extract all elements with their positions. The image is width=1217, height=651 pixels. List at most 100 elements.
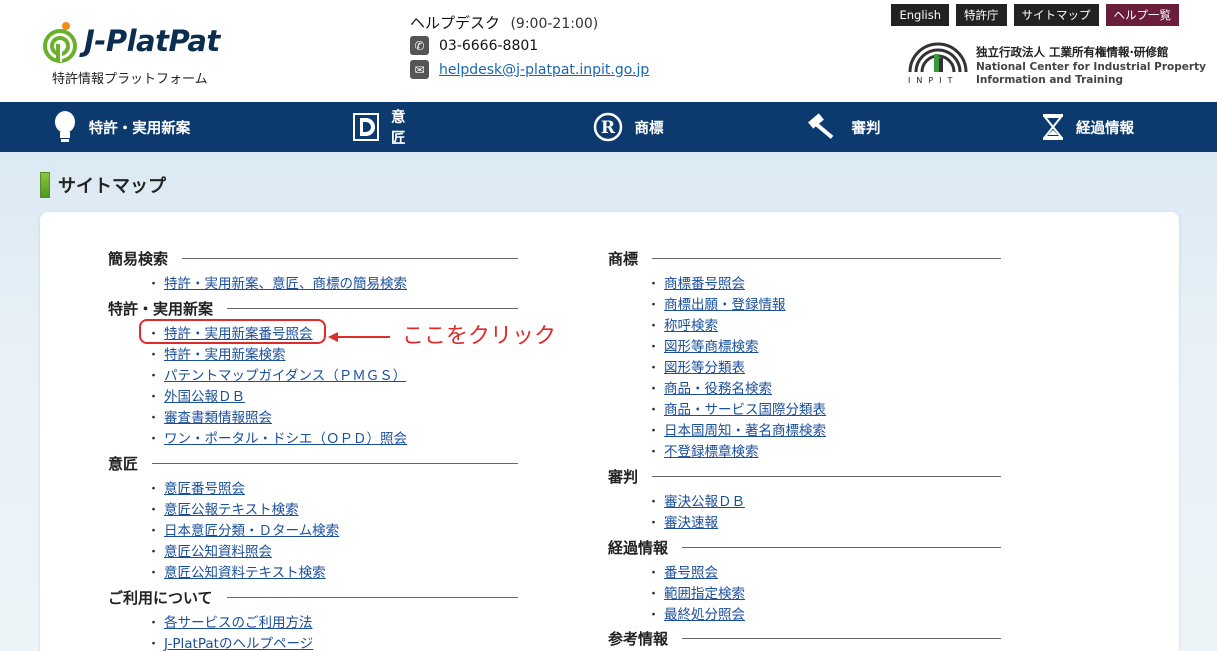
link-opd[interactable]: ワン・ポータル・ドシエ（ＯＰＤ）照会 xyxy=(164,427,407,447)
help-list-button[interactable]: ヘルプ一覧 xyxy=(1105,4,1179,26)
list-item[interactable]: ・ J-PlatPatのヘルプページ xyxy=(147,632,313,651)
list-item[interactable]: ・審決公報ＤＢ xyxy=(647,490,745,510)
list-item[interactable]: ・最終処分照会 xyxy=(647,603,745,623)
link-trial-gazette[interactable]: 審決公報ＤＢ xyxy=(664,490,745,510)
svg-text:R: R xyxy=(600,118,615,138)
helpdesk: ヘルプデスク (9:00-21:00) ✆ 03-6666-8801 ✉ hel… xyxy=(410,12,649,79)
section-simple-search: 簡易検索 xyxy=(108,248,518,269)
list-item[interactable]: ・日本国周知・著名商標検索 xyxy=(647,419,826,439)
list-item[interactable]: ・審査書類情報照会 xyxy=(147,406,272,426)
list-item[interactable]: ・意匠公知資料テキスト検索 xyxy=(147,561,326,581)
jpo-button[interactable]: 特許庁 xyxy=(956,4,1007,26)
link-help-page[interactable]: J-PlatPatのヘルプページ xyxy=(164,632,313,651)
list-item[interactable]: ・パテントマップガイダンス（ＰＭＧＳ） xyxy=(147,364,406,384)
link-tm-goods-search[interactable]: 商品・役務名検索 xyxy=(664,377,772,397)
list-item[interactable]: ・外国公報ＤＢ xyxy=(147,385,245,405)
nav-label-trademark: 商標 xyxy=(634,120,664,137)
section-divider xyxy=(652,258,1001,259)
list-item[interactable]: ・特許・実用新案、意匠、商標の簡易検索 xyxy=(147,272,407,292)
section-title: 経過情報 xyxy=(608,539,669,557)
j-platpat-logo[interactable]: J-PlatPat 特許情報プラットフォーム xyxy=(38,16,238,88)
section-title: ご利用について xyxy=(108,589,213,607)
section-divider xyxy=(152,463,518,464)
link-design-public-docs-text[interactable]: 意匠公知資料テキスト検索 xyxy=(164,561,326,581)
nav-label-patent: 特許・実用新案 xyxy=(88,120,191,137)
list-item[interactable]: ・図形等分類表 xyxy=(647,356,745,376)
helpdesk-title: ヘルプデスク xyxy=(410,14,501,32)
section-divider xyxy=(227,308,518,309)
list-item[interactable]: ・特許・実用新案検索 xyxy=(147,343,286,363)
list-item[interactable]: ・商標出願・登録情報 xyxy=(647,293,786,313)
list-item[interactable]: ・意匠公報テキスト検索 xyxy=(147,498,299,518)
nav-item-progress[interactable]: 経過情報 xyxy=(883,102,1143,152)
link-pmgs[interactable]: パテントマップガイダンス（ＰＭＧＳ） xyxy=(164,364,406,384)
link-progress-number[interactable]: 番号照会 xyxy=(664,561,718,581)
list-item[interactable]: ・意匠番号照会 xyxy=(147,477,245,497)
link-simple-search[interactable]: 特許・実用新案、意匠、商標の簡易検索 xyxy=(164,272,407,292)
list-item[interactable]: ・商品・役務名検索 xyxy=(647,377,772,397)
list-item[interactable]: ・不登録標章検索 xyxy=(647,440,759,460)
list-item[interactable]: ・日本意匠分類・Ｄターム検索 xyxy=(147,519,339,539)
helpdesk-email-link[interactable]: helpdesk@j-platpat.inpit.go.jp xyxy=(439,62,649,78)
section-divider xyxy=(182,258,518,259)
section-trademark: 商標 xyxy=(608,248,1001,269)
list-item[interactable]: ・ワン・ポータル・ドシエ（ＯＰＤ）照会 xyxy=(147,427,407,447)
link-tm-application[interactable]: 商標出願・登録情報 xyxy=(664,293,786,313)
link-design-text-search[interactable]: 意匠公報テキスト検索 xyxy=(164,498,299,518)
link-tm-figure-classification[interactable]: 図形等分類表 xyxy=(664,356,745,376)
link-exam-docs[interactable]: 審査書類情報照会 xyxy=(164,406,272,426)
link-foreign-gazette[interactable]: 外国公報ＤＢ xyxy=(164,385,245,405)
list-item[interactable]: ・範囲指定検索 xyxy=(647,582,745,602)
section-design: 意匠 xyxy=(108,453,518,474)
helpdesk-email-row: ✉ helpdesk@j-platpat.inpit.go.jp xyxy=(410,60,649,79)
english-button[interactable]: English xyxy=(891,4,949,26)
section-title: 意匠 xyxy=(108,455,139,473)
header: J-PlatPat 特許情報プラットフォーム ヘルプデスク (9:00-21:0… xyxy=(0,0,1217,102)
inpit-label: INPIT xyxy=(908,76,959,85)
list-item[interactable]: ・各サービスのご利用方法 xyxy=(147,611,313,631)
list-item[interactable]: ・審決速報 xyxy=(647,511,718,531)
link-progress-final[interactable]: 最終処分照会 xyxy=(664,603,745,623)
list-item[interactable]: ・図形等商標検索 xyxy=(647,335,759,355)
link-usage-guide[interactable]: 各サービスのご利用方法 xyxy=(164,611,313,631)
annotation-text: ここをクリック xyxy=(402,324,557,349)
list-item[interactable]: ・称呼検索 xyxy=(647,314,718,334)
link-progress-range[interactable]: 範囲指定検索 xyxy=(664,582,745,602)
list-item[interactable]: ・番号照会 xyxy=(647,561,718,581)
sitemap-button[interactable]: サイトマップ xyxy=(1013,4,1099,26)
section-patent: 特許・実用新案 xyxy=(108,298,518,319)
hourglass-icon xyxy=(1042,113,1064,141)
mail-icon: ✉ xyxy=(410,60,429,79)
link-tm-number[interactable]: 商標番号照会 xyxy=(664,272,745,292)
arrow-left-icon xyxy=(328,332,390,342)
inpit-logo[interactable]: INPIT 独立行政法人 工業所有権情報·研修館 National Center… xyxy=(906,42,1206,90)
top-buttons: English 特許庁 サイトマップ ヘルプ一覧 xyxy=(891,4,1179,26)
nav-item-trial[interactable]: 審判 xyxy=(673,102,883,152)
section-reference: 参考情報 xyxy=(608,628,1001,649)
link-tm-unregistrable[interactable]: 不登録標章検索 xyxy=(664,440,759,460)
link-design-classification[interactable]: 日本意匠分類・Ｄターム検索 xyxy=(164,519,339,539)
link-tm-intl-classification[interactable]: 商品・サービス国際分類表 xyxy=(664,398,826,418)
nav-item-design[interactable]: 意匠 xyxy=(233,102,408,152)
list-item[interactable]: ・商標番号照会 xyxy=(647,272,745,292)
main-nav: 特許・実用新案 意匠 R 商標 審判 経過情報 xyxy=(0,102,1217,152)
link-design-public-docs[interactable]: 意匠公知資料照会 xyxy=(164,540,272,560)
helpdesk-hours: (9:00-21:00) xyxy=(510,16,599,32)
link-tm-famous[interactable]: 日本国周知・著名商標検索 xyxy=(664,419,826,439)
link-design-number[interactable]: 意匠番号照会 xyxy=(164,477,245,497)
link-trial-news[interactable]: 審決速報 xyxy=(664,511,718,531)
list-item[interactable]: ・商品・サービス国際分類表 xyxy=(647,398,826,418)
logo-subtitle: 特許情報プラットフォーム xyxy=(52,72,208,87)
helpdesk-phone: 03-6666-8801 xyxy=(439,37,539,54)
link-patent-search[interactable]: 特許・実用新案検索 xyxy=(164,343,286,363)
gavel-icon xyxy=(806,111,840,143)
nav-label-design: 意匠 xyxy=(391,110,406,147)
nav-item-trademark[interactable]: R 商標 xyxy=(408,102,673,152)
logo-text: J-PlatPat xyxy=(84,24,220,58)
highlight-box xyxy=(139,319,326,344)
link-tm-figure-search[interactable]: 図形等商標検索 xyxy=(664,335,759,355)
nav-item-patent[interactable]: 特許・実用新案 xyxy=(0,102,233,152)
section-title: 特許・実用新案 xyxy=(108,300,214,318)
list-item[interactable]: ・意匠公知資料照会 xyxy=(147,540,272,560)
link-tm-pronunciation[interactable]: 称呼検索 xyxy=(664,314,718,334)
